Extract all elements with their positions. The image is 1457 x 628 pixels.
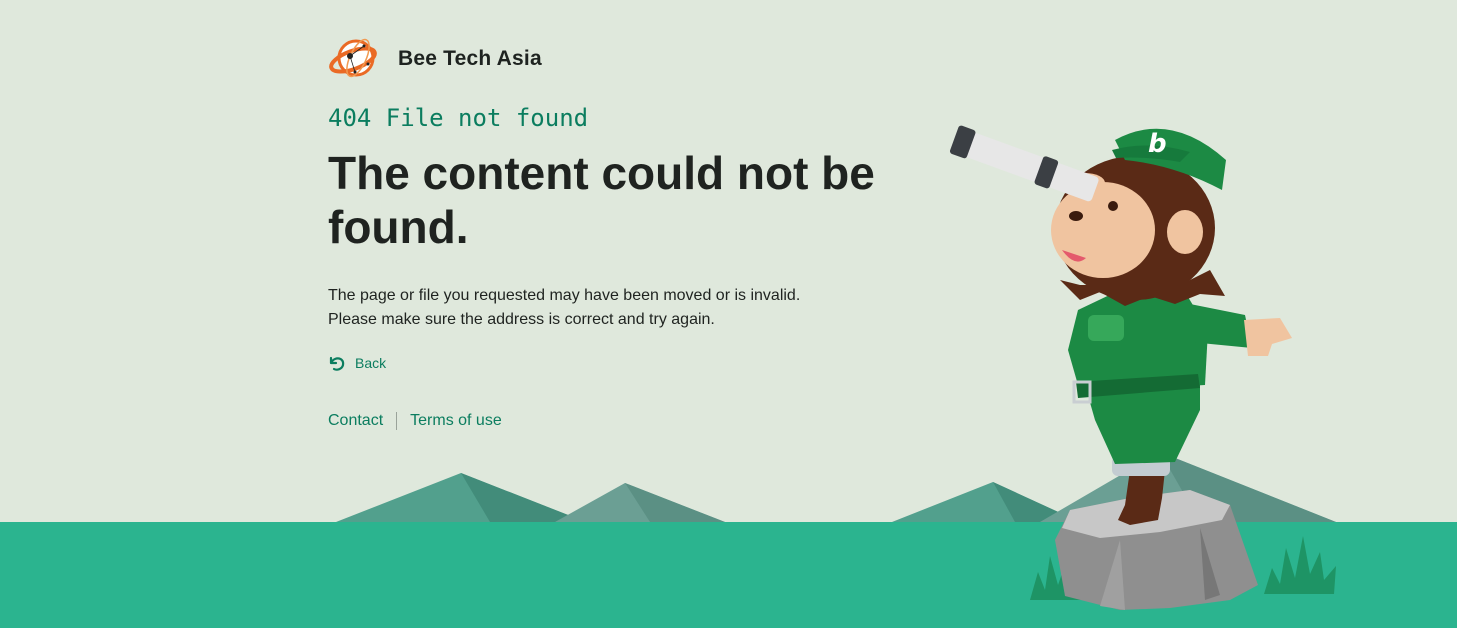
mascot-illustration: b [949,125,1292,525]
orbit-logo-icon [329,38,377,78]
error-description: The page or file you requested may have … [328,284,888,332]
back-label: Back [355,355,387,371]
page-title: The content could not be found. [328,147,875,253]
brand-name: Bee Tech Asia [398,47,542,70]
contact-link[interactable]: Contact [328,412,383,430]
footer-links: Contact Terms of use [328,412,502,430]
terms-of-use-link[interactable]: Terms of use [410,412,502,430]
back-arrow-icon [329,356,345,371]
back-link[interactable]: Back [328,354,386,372]
description-line-2: Please make sure the address is correct … [328,311,715,328]
brand[interactable]: Bee Tech Asia [328,32,542,86]
description-line-1: The page or file you requested may have … [328,287,801,304]
link-divider [396,412,398,430]
error-code: 404 File not found [328,104,589,132]
svg-text:b: b [1148,129,1167,159]
